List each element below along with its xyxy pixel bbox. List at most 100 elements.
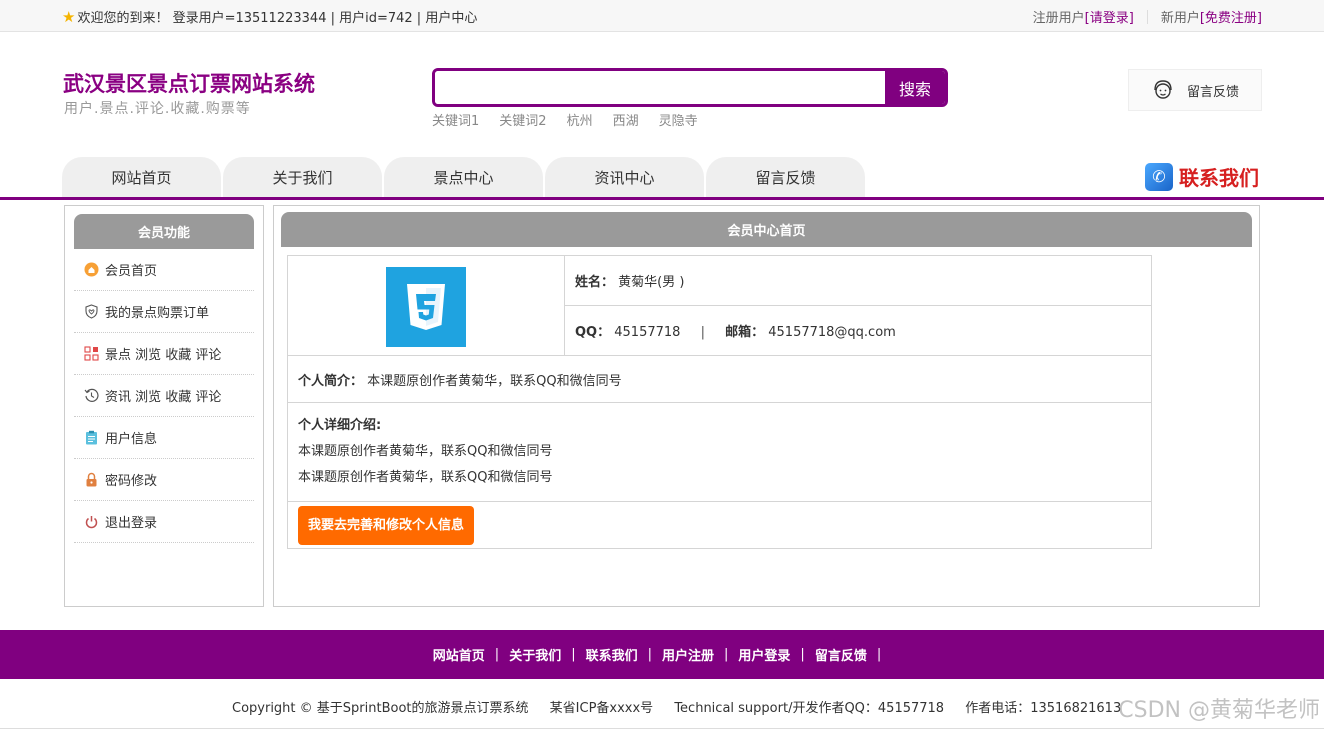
footer-link-feedback[interactable]: 留言反馈 <box>815 645 867 664</box>
grid-icon <box>84 346 99 361</box>
phone-icon: ✆ <box>1145 162 1173 191</box>
welcome-text: ★ 欢迎您的到来！ 登录用户=13511223344 | 用户id=742 | … <box>62 7 478 27</box>
nav-tab-attractions[interactable]: 景点中心 <box>384 157 543 197</box>
search-box: 搜索 <box>432 68 948 107</box>
keyword-link[interactable]: 关键词2 <box>499 110 546 129</box>
power-icon <box>84 514 99 529</box>
clipboard-icon <box>84 430 99 445</box>
lock-icon <box>84 472 99 487</box>
welcome-message: 欢迎您的到来！ 登录用户=13511223344 | 用户id=742 | 用户… <box>77 11 478 26</box>
icp-text: 某省ICP备xxxx号 <box>549 701 654 716</box>
sidebar-item-home[interactable]: 会员首页 <box>74 249 254 291</box>
feedback-label: 留言反馈 <box>1187 84 1240 100</box>
new-user-prefix: 新用户 <box>1160 11 1200 26</box>
sidebar-item-label: 密码修改 <box>105 474 158 489</box>
top-bar: ★ 欢迎您的到来！ 登录用户=13511223344 | 用户id=742 | … <box>0 0 1324 32</box>
contact-cell: QQ： 45157718 | 邮箱： 45157718@qq.com <box>564 305 1152 356</box>
site-subtitle: 用户.景点.评论.收藏.购票等 <box>64 101 251 117</box>
sidebar-item-attractions[interactable]: 景点 浏览 收藏 评论 <box>74 333 254 375</box>
intro-label: 个人简介： <box>298 373 364 389</box>
edit-profile-button[interactable]: 我要去完善和修改个人信息 <box>298 505 475 545</box>
sidebar-item-label: 资讯 浏览 收藏 评论 <box>105 390 222 405</box>
footer-separator: | <box>876 647 882 662</box>
avatar-cell <box>287 255 565 356</box>
contact-us[interactable]: ✆ 联系我们 <box>1145 162 1259 191</box>
css3-logo-icon <box>407 284 445 330</box>
detail-label: 个人详细介绍: <box>298 418 382 433</box>
sidebar-item-label: 我的景点购票订单 <box>105 306 210 321</box>
sidebar-item-label: 用户信息 <box>105 432 158 447</box>
name-value: 黄菊华(男 ) <box>618 275 685 290</box>
member-sidebar: 会员功能 会员首页 我的景点购票订单 景点 浏览 收藏 评论 资讯 浏览 收藏 … <box>64 205 264 607</box>
sidebar-item-orders[interactable]: 我的景点购票订单 <box>74 291 254 333</box>
nav-tab-news[interactable]: 资讯中心 <box>545 157 704 197</box>
footer-nav: 网站首页 | 关于我们 | 联系我们 | 用户注册 | 用户登录 | 留言反馈 … <box>0 630 1324 679</box>
copyright-line: Copyright © 基于SprintBoot的旅游景点订票系统 某省ICP备… <box>232 697 1138 716</box>
home-icon <box>84 262 99 277</box>
footer-link-login[interactable]: 用户登录 <box>738 645 790 664</box>
site-title[interactable]: 武汉景区景点订票网站系统 <box>63 68 315 98</box>
main-nav: 网站首页 关于我们 景点中心 资讯中心 留言反馈 <box>62 157 865 197</box>
nav-tab-home[interactable]: 网站首页 <box>62 157 221 197</box>
sidebar-item-label: 景点 浏览 收藏 评论 <box>105 348 222 363</box>
detail-cell: 个人详细介绍: 本课题原创作者黄菊华，联系QQ和微信同号 本课题原创作者黄菊华，… <box>287 402 1152 502</box>
intro-value: 本课题原创作者黄菊华，联系QQ和微信同号 <box>367 373 622 389</box>
copyright-text: Copyright © 基于SprintBoot的旅游景点订票系统 <box>232 701 529 716</box>
footer-separator: | <box>571 647 576 662</box>
detail-line: 本课题原创作者黄菊华，联系QQ和微信同号 <box>298 470 553 485</box>
footer-separator: | <box>494 647 500 662</box>
avatar <box>386 267 466 347</box>
sidebar-title: 会员功能 <box>74 214 254 249</box>
footer-separator: | <box>647 647 652 662</box>
panel-title: 会员中心首页 <box>281 212 1252 247</box>
footer-link-contact[interactable]: 联系我们 <box>586 645 638 664</box>
intro-cell: 个人简介： 本课题原创作者黄菊华，联系QQ和微信同号 <box>287 355 1152 403</box>
sidebar-item-news[interactable]: 资讯 浏览 收藏 评论 <box>74 375 254 417</box>
footer-link-about[interactable]: 关于我们 <box>509 645 561 664</box>
sidebar-menu: 会员首页 我的景点购票订单 景点 浏览 收藏 评论 资讯 浏览 收藏 评论 用户… <box>74 249 254 543</box>
login-link[interactable]: [请登录] <box>1085 7 1134 26</box>
profile-table: 姓名： 黄菊华(男 ) QQ： 45157718 | 邮箱： 45157718@… <box>287 255 1152 549</box>
history-icon <box>84 388 99 403</box>
register-prefix: 注册用户 <box>1032 11 1085 26</box>
shield-heart-icon <box>84 304 99 319</box>
hot-keywords: 关键词1 关键词2 杭州 西湖 灵隐寺 <box>432 110 698 129</box>
nav-tab-feedback[interactable]: 留言反馈 <box>706 157 865 197</box>
keyword-link[interactable]: 关键词1 <box>432 110 479 129</box>
sidebar-item-logout[interactable]: 退出登录 <box>74 501 254 543</box>
customer-service-icon <box>1154 80 1172 99</box>
footer-separator: | <box>800 647 805 662</box>
search-button[interactable]: 搜索 <box>885 71 945 104</box>
qq-value: 45157718 <box>614 325 681 340</box>
email-value: 45157718@qq.com <box>768 325 896 340</box>
detail-line: 本课题原创作者黄菊华，联系QQ和微信同号 <box>298 444 553 459</box>
footer-link-home[interactable]: 网站首页 <box>433 645 485 664</box>
footer-separator: | <box>724 647 729 662</box>
feedback-button[interactable]: 留言反馈 <box>1128 69 1262 111</box>
bottom-divider <box>0 728 1324 729</box>
action-cell: 我要去完善和修改个人信息 <box>287 501 1152 549</box>
nav-divider <box>0 197 1324 200</box>
footer-link-register[interactable]: 用户注册 <box>662 645 714 664</box>
field-divider: | <box>700 325 705 340</box>
sidebar-item-password[interactable]: 密码修改 <box>74 459 254 501</box>
sidebar-item-profile[interactable]: 用户信息 <box>74 417 254 459</box>
nav-tab-about[interactable]: 关于我们 <box>223 157 382 197</box>
keyword-link[interactable]: 西湖 <box>613 110 639 129</box>
qq-label: QQ： <box>575 325 611 340</box>
star-icon: ★ <box>62 7 76 26</box>
csdn-watermark: CSDN @黄菊华老师 <box>1118 698 1320 723</box>
email-label: 邮箱： <box>725 325 765 340</box>
keyword-link[interactable]: 杭州 <box>567 110 593 129</box>
search-input[interactable] <box>435 71 885 104</box>
contact-label: 联系我们 <box>1179 166 1259 190</box>
member-main-panel: 会员中心首页 姓名： 黄菊华(男 ) QQ： 45157718 | 邮箱： 45… <box>273 205 1260 607</box>
signup-link[interactable]: [免费注册] <box>1200 7 1262 26</box>
sidebar-item-label: 会员首页 <box>105 264 158 279</box>
keyword-link[interactable]: 灵隐寺 <box>659 110 698 129</box>
sidebar-item-label: 退出登录 <box>105 516 158 531</box>
support-text: Technical support/开发作者QQ：45157718 <box>674 701 945 716</box>
auth-links: 注册用户 [请登录] 新用户 [免费注册] <box>1033 7 1262 26</box>
divider <box>1146 9 1148 24</box>
name-cell: 姓名： 黄菊华(男 ) <box>564 255 1152 306</box>
